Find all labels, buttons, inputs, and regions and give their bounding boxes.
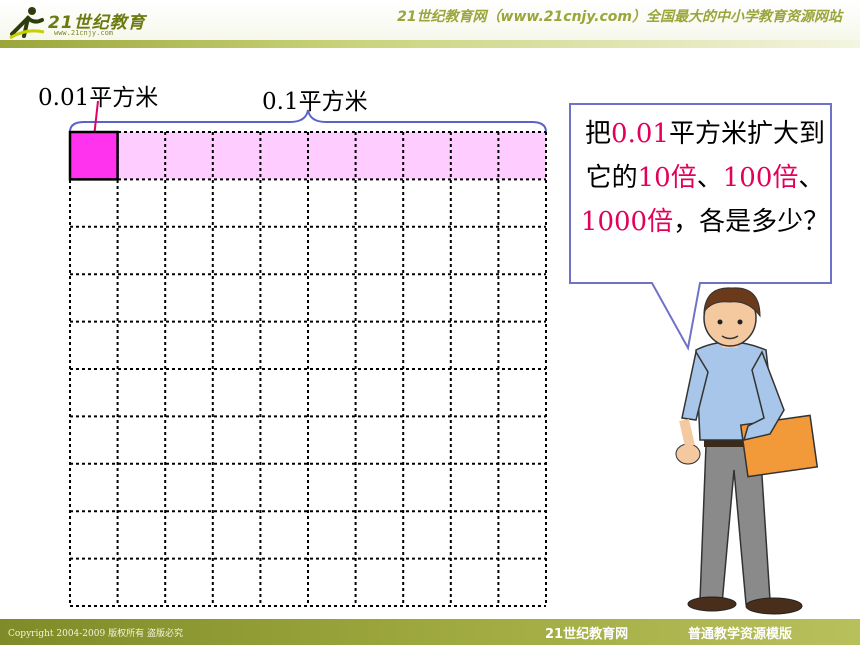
footer-brand: 21世纪教育网 bbox=[545, 627, 629, 642]
footer-version: 普通教学资源模版 bbox=[688, 627, 793, 642]
footer-copyright: Copyright 2004-2009 版权所有 盗版必究 bbox=[8, 629, 183, 639]
footer-bar: Copyright 2004-2009 版权所有 盗版必究 21世纪教育网 普通… bbox=[0, 619, 860, 645]
teacher-illustration bbox=[675, 287, 819, 615]
